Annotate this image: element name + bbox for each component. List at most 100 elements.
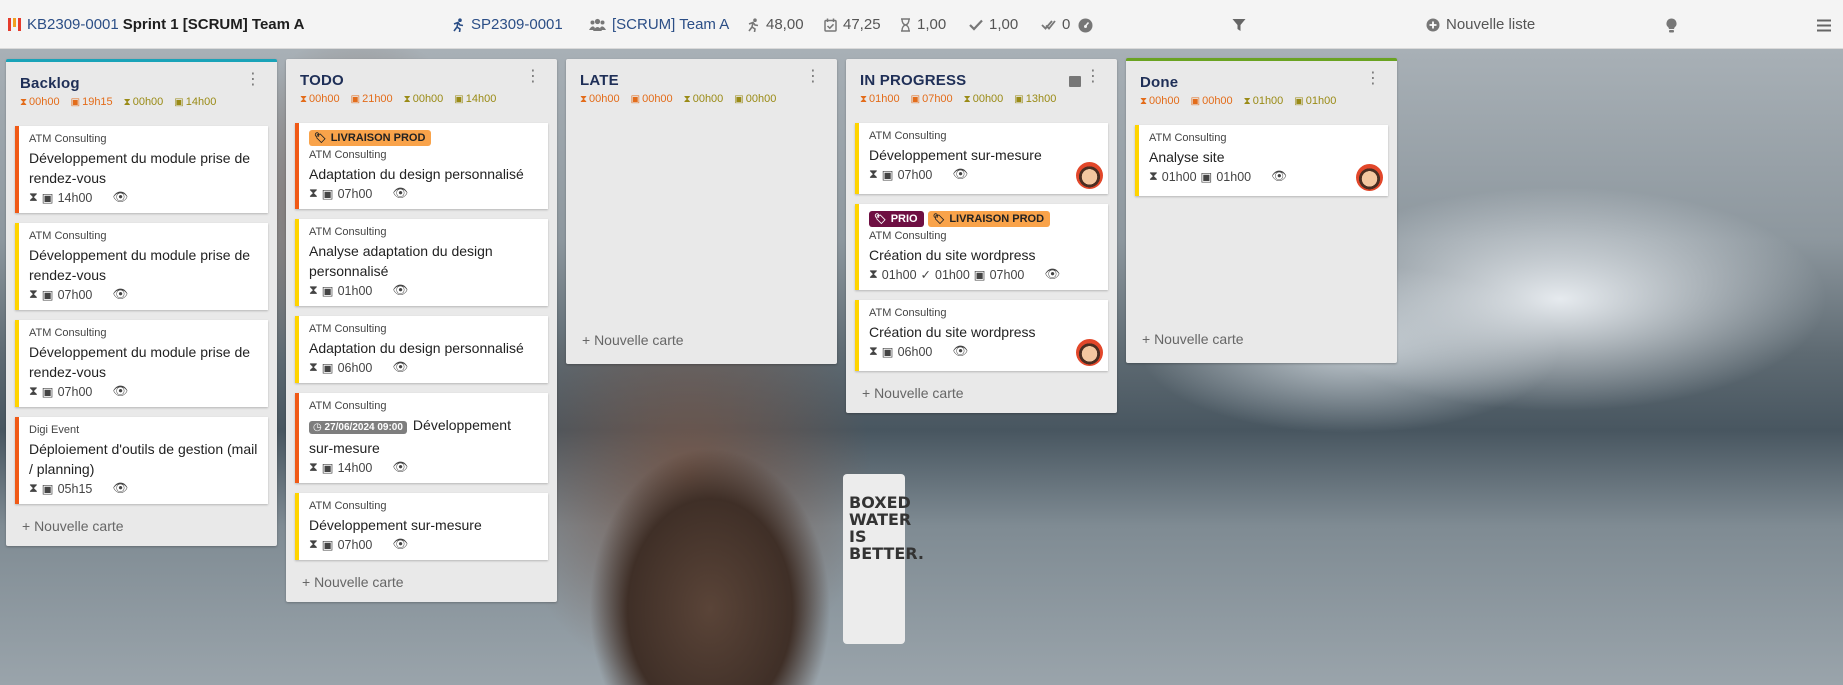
- card[interactable]: ATM Consulting Développement du module p…: [15, 223, 268, 310]
- calendar-icon: ▣: [1200, 170, 1213, 184]
- column-menu-icon[interactable]: ⋮: [1085, 69, 1101, 85]
- new-list-button[interactable]: Nouvelle liste: [1426, 0, 1535, 49]
- calendar-icon: ▣: [1014, 93, 1024, 105]
- card-tags: 🏷 PRIO 🏷 LIVRAISON PROD: [869, 211, 1098, 227]
- column-title[interactable]: Backlog: [20, 75, 263, 92]
- card[interactable]: ATM Consulting Développement du module p…: [15, 126, 268, 213]
- card[interactable]: ATM Consulting Développement sur-mesure …: [855, 123, 1108, 194]
- stat-check-value: 1,00: [989, 16, 1019, 33]
- hourglass-icon: ⧗: [309, 186, 318, 200]
- stat-remaining: ⧗ 00h00: [403, 93, 444, 105]
- stat-run: 48,00: [746, 0, 804, 49]
- card[interactable]: ATM Consulting Adaptation du design pers…: [295, 316, 548, 383]
- column-menu-icon[interactable]: ⋮: [245, 72, 261, 88]
- team-name[interactable]: [SCRUM] Team A: [612, 16, 729, 33]
- sprint-ref[interactable]: SP2309-0001: [471, 16, 563, 33]
- add-card-button[interactable]: + Nouvelle carte: [566, 328, 700, 360]
- calendar-icon: ▣: [973, 268, 986, 282]
- tag-prio[interactable]: 🏷 PRIO: [869, 211, 924, 227]
- column-header: Backlog ⋮ ⧗ 00h00 ▣ 19h15 ⧗ 00h00 ▣ 14h00: [6, 62, 277, 126]
- card-time: 14h00: [337, 460, 373, 475]
- eye-icon[interactable]: 👁: [392, 460, 408, 475]
- tag-livraison-prod[interactable]: 🏷 LIVRAISON PROD: [309, 130, 432, 146]
- top-bar: KB2309-0001 Sprint 1 [SCRUM] Team A SP23…: [0, 0, 1843, 49]
- hourglass-icon: ⧗: [29, 384, 38, 398]
- eye-icon[interactable]: 👁: [392, 283, 408, 298]
- dashboard-icon[interactable]: [1078, 16, 1093, 33]
- eye-icon[interactable]: 👁: [952, 344, 968, 359]
- card[interactable]: ATM Consulting Développement sur-mesure …: [295, 493, 548, 560]
- hourglass-icon: ⧗: [309, 460, 318, 474]
- eye-icon[interactable]: 👁: [112, 481, 128, 496]
- stat-remaining: ⧗ 00h00: [963, 93, 1004, 105]
- column-menu-icon[interactable]: ⋮: [1365, 71, 1381, 87]
- sprint-link[interactable]: SP2309-0001: [451, 0, 563, 49]
- stat-remaining: ⧗ 00h00: [123, 96, 164, 108]
- comment-icon[interactable]: [1069, 76, 1081, 87]
- stat-done: 0: [1041, 0, 1093, 49]
- eye-icon[interactable]: 👁: [392, 186, 408, 201]
- stat-planned: 47,25: [824, 0, 881, 49]
- card-title: Adaptation du design personnalisé: [309, 340, 524, 356]
- card[interactable]: 🏷 PRIO 🏷 LIVRAISON PROD ATM Consulting Cré…: [855, 204, 1108, 290]
- card[interactable]: ATM Consulting Analyse adaptation du des…: [295, 219, 548, 306]
- board-ref[interactable]: KB2309-0001: [27, 16, 119, 33]
- tips-button[interactable]: [1666, 0, 1677, 49]
- filter-button[interactable]: [1232, 0, 1246, 49]
- filter-icon: [1232, 16, 1246, 33]
- eye-icon[interactable]: 👁: [1271, 169, 1287, 184]
- tag-icon: 🏷: [314, 132, 327, 144]
- add-card-button[interactable]: + Nouvelle carte: [846, 381, 1117, 413]
- column-menu-icon[interactable]: ⋮: [525, 69, 541, 85]
- user-avatar[interactable]: [1356, 164, 1383, 191]
- eye-icon[interactable]: 👁: [392, 537, 408, 552]
- card-client: ATM Consulting: [29, 327, 107, 339]
- column-title[interactable]: IN PROGRESS: [860, 72, 1103, 89]
- calendar-icon: ▣: [1294, 95, 1304, 107]
- eye-icon[interactable]: 👁: [392, 360, 408, 375]
- column-title[interactable]: LATE: [580, 72, 823, 89]
- card[interactable]: ATM Consulting Analyse site ⧗ 01h00 ▣ 01…: [1135, 125, 1388, 196]
- eye-icon[interactable]: 👁: [112, 190, 128, 205]
- user-avatar[interactable]: [1076, 162, 1103, 189]
- card[interactable]: ATM Consulting ◷ 27/06/2024 09:00 Dévelop…: [295, 393, 548, 483]
- eye-icon[interactable]: 👁: [112, 287, 128, 302]
- card-title: Développement du module prise de rendez-…: [29, 344, 251, 380]
- column-title[interactable]: TODO: [300, 72, 543, 89]
- add-card-button[interactable]: + Nouvelle carte: [6, 514, 277, 546]
- card[interactable]: 🏷 LIVRAISON PROD ATM Consulting Adaptatio…: [295, 123, 548, 209]
- add-card-button[interactable]: + Nouvelle carte: [286, 570, 557, 602]
- calendar-icon: ▣: [321, 461, 334, 475]
- users-icon: [589, 18, 606, 31]
- board-title-area[interactable]: KB2309-0001 Sprint 1 [SCRUM] Team A: [8, 0, 304, 49]
- column-backlog: Backlog ⋮ ⧗ 00h00 ▣ 19h15 ⧗ 00h00 ▣ 14h00 AT…: [6, 59, 277, 546]
- card-done: 01h00: [935, 267, 970, 282]
- card[interactable]: ATM Consulting Développement du module p…: [15, 320, 268, 407]
- card-time: 07h00: [57, 384, 93, 399]
- card-time: 07h00: [337, 186, 373, 201]
- menu-button[interactable]: [1817, 0, 1831, 49]
- user-avatar[interactable]: [1076, 339, 1103, 366]
- running-icon: [451, 17, 465, 32]
- card-time: 05h15: [57, 481, 93, 496]
- tag-livraison-prod[interactable]: 🏷 LIVRAISON PROD: [927, 211, 1051, 227]
- column-title[interactable]: Done: [1140, 74, 1383, 91]
- calendar-icon: ▣: [321, 538, 334, 552]
- eye-icon[interactable]: 👁: [112, 384, 128, 399]
- eye-icon[interactable]: 👁: [1044, 267, 1060, 282]
- stat-spent: ⧗ 00h00: [1140, 95, 1180, 107]
- card[interactable]: ATM Consulting Création du site wordpres…: [855, 300, 1108, 371]
- column-stats: ⧗ 00h00 ▣ 00h00 ⧗ 01h00 ▣ 01h00: [1140, 95, 1383, 107]
- calendar-icon: ▣: [1190, 95, 1201, 107]
- card-title: Développement du module prise de rendez-…: [29, 247, 251, 283]
- card-time: 14h00: [57, 190, 93, 205]
- tag-icon: 🏷: [932, 213, 946, 225]
- hourglass-icon: ⧗: [20, 96, 28, 108]
- add-card-button[interactable]: + Nouvelle carte: [1126, 327, 1260, 359]
- stat-run-value: 48,00: [766, 16, 804, 33]
- eye-icon[interactable]: 👁: [952, 167, 968, 182]
- column-menu-icon[interactable]: ⋮: [805, 69, 821, 85]
- team-link[interactable]: [SCRUM] Team A: [589, 0, 729, 49]
- new-list-label: Nouvelle liste: [1446, 16, 1536, 33]
- card[interactable]: Digi Event Déploiement d'outils de gesti…: [15, 417, 268, 504]
